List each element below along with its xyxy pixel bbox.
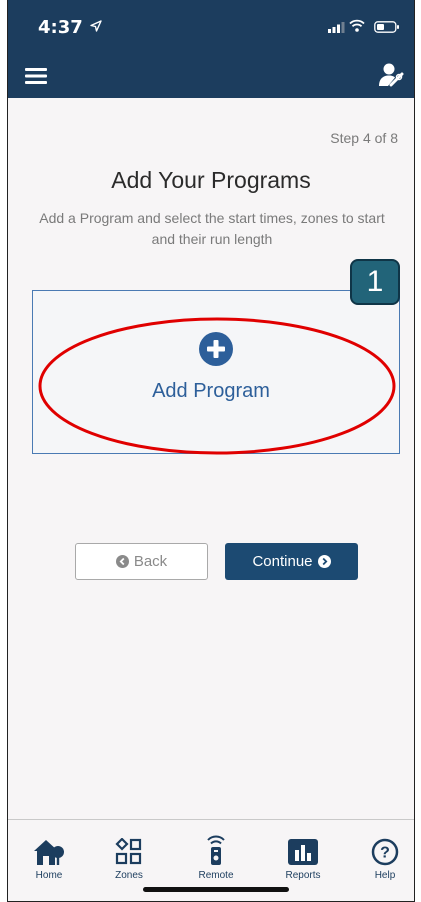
tab-reports-label: Reports [285,870,321,881]
page-title: Add Your Programs [111,167,311,193]
tab-help[interactable]: ? Help [350,834,414,881]
continue-button-label: Continue [252,553,313,570]
tab-help-label: Help [374,870,396,881]
zones-icon [115,838,142,865]
continue-button[interactable]: Continue [225,543,358,580]
tab-remote-label: Remote [198,870,234,881]
nav-bar [8,54,414,98]
page-subtitle: Add a Program and select the start times… [39,210,385,247]
add-program-card[interactable] [32,290,400,454]
reports-icon [288,839,318,865]
wifi-icon [349,19,365,32]
battery-icon [374,21,399,33]
app-screen: 4:37 Step 4 of 8 Add Your Programs Add a… [7,0,415,902]
plus-circle-icon[interactable] [198,331,234,367]
home-icon [34,840,64,865]
help-icon: ? [371,838,399,866]
home-indicator [143,887,289,892]
back-button-label: Back [133,553,168,570]
tab-zones-label: Zones [115,870,143,881]
step-indicator: Step 4 of 8 [330,130,398,146]
chevron-left-circle-icon [115,555,129,568]
tab-home-label: Home [35,870,63,881]
status-time: 4:37 [38,17,83,38]
add-program-button[interactable]: Add Program [8,380,414,403]
remote-icon [207,835,225,865]
svg-text:?: ? [380,845,390,862]
hamburger-menu-icon[interactable] [25,67,47,85]
tab-zones[interactable]: Zones [94,834,164,881]
annotation-step-badge: 1 [350,259,400,305]
tab-remote[interactable]: Remote [181,834,251,881]
signal-icon [328,22,345,33]
back-button[interactable]: Back [75,543,208,580]
location-arrow-icon [90,20,102,32]
technician-settings-icon[interactable] [378,62,404,90]
tab-reports[interactable]: Reports [268,834,338,881]
tab-home[interactable]: Home [14,834,84,881]
status-bar: 4:37 [8,0,414,54]
chevron-right-circle-icon [317,555,331,568]
